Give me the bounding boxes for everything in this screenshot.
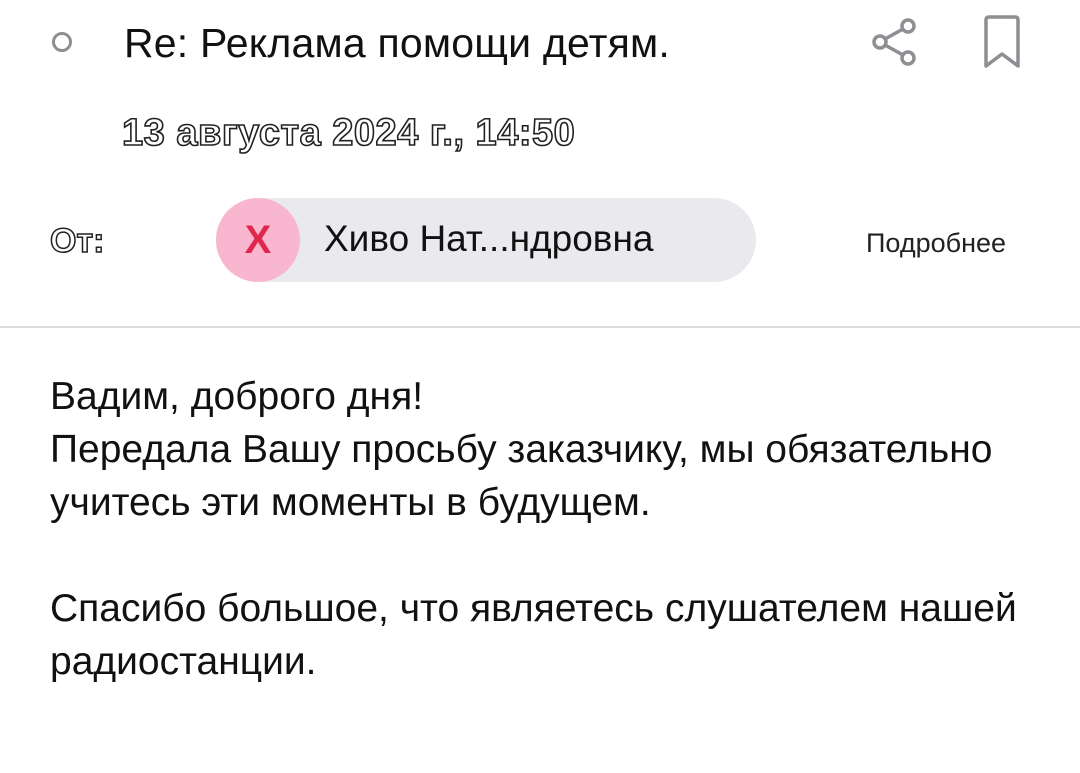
unread-dot-icon[interactable]: [52, 32, 72, 52]
details-link[interactable]: Подробнее: [866, 228, 1006, 259]
body-paragraph: Передала Вашу просьбу заказчику, мы обяз…: [50, 428, 993, 524]
email-body: Вадим, доброго дня! Передала Вашу просьб…: [50, 370, 1050, 688]
avatar-initial: Х: [244, 217, 272, 262]
from-label: От:: [49, 221, 105, 261]
body-greeting: Вадим, доброго дня!: [50, 375, 424, 418]
sender-chip[interactable]: Х Хиво Нат...ндровна: [216, 198, 756, 282]
email-date: 13 августа 2024 г., 14:50: [121, 111, 576, 155]
email-subject: Re: Реклама помощи детям.: [124, 20, 670, 66]
divider: [0, 326, 1080, 328]
email-view: Re: Реклама помощи детям. 13 августа 202…: [0, 0, 1080, 773]
sender-name: Хиво Нат...ндровна: [324, 218, 654, 259]
email-header: Re: Реклама помощи детям.: [0, 14, 1080, 78]
share-icon[interactable]: [868, 16, 920, 68]
avatar: Х: [216, 198, 300, 282]
body-paragraph: Спасибо большое, что являетесь слушателе…: [50, 587, 1017, 683]
bookmark-icon[interactable]: [978, 14, 1026, 70]
